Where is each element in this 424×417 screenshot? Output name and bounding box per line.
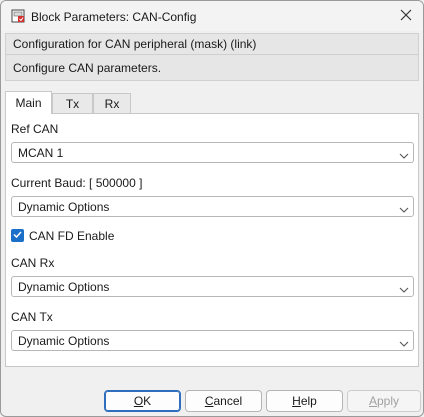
can-fd-enable-checkbox[interactable] [11,229,24,242]
ok-button-suffix: K [143,394,152,408]
chevron-down-icon [399,283,409,293]
ok-button-accel: O [133,394,144,408]
ref-can-dropdown[interactable]: MCAN 1 [11,142,414,163]
description-panel: Configuration for CAN peripheral (mask) … [5,33,419,81]
can-fd-enable-label: CAN FD Enable [29,229,115,243]
header-divider [6,54,418,55]
help-button-suffix: elp [300,394,317,408]
can-rx-value: Dynamic Options [18,280,110,294]
help-button-accel: H [292,394,301,408]
ref-can-label: Ref CAN [11,122,59,136]
cancel-button-suffix: ancel [213,394,243,408]
window-title: Block Parameters: CAN-Config [31,10,197,24]
can-tx-dropdown[interactable]: Dynamic Options [11,330,414,351]
mask-description: Configure CAN parameters. [13,61,162,75]
block-parameters-icon [11,9,25,23]
ref-can-value: MCAN 1 [18,146,64,160]
can-rx-dropdown[interactable]: Dynamic Options [11,276,414,297]
current-baud-label: Current Baud: [ 500000 ] [11,176,143,190]
help-button[interactable]: Help [266,390,343,412]
current-baud-dropdown[interactable]: Dynamic Options [11,196,414,217]
close-icon [400,9,412,24]
main-tab-panel: Ref CAN MCAN 1 Current Baud: [ 500000 ] … [5,113,419,367]
current-baud-value: Dynamic Options [18,200,110,214]
chevron-down-icon [399,203,409,213]
chevron-down-icon [399,337,409,347]
mask-title: Configuration for CAN peripheral (mask) … [13,37,257,51]
apply-button[interactable]: Apply [347,390,421,412]
chevron-down-icon [399,149,409,159]
cancel-button[interactable]: Cancel [185,390,262,412]
ok-button[interactable]: OK [104,390,181,412]
can-tx-label: CAN Tx [11,310,53,324]
tab-main[interactable]: Main [5,91,52,114]
checkmark-icon [12,229,23,243]
title-bar[interactable]: Block Parameters: CAN-Config [1,1,423,31]
tab-rx[interactable]: Rx [93,93,131,113]
dialog-window: Block Parameters: CAN-Config Configurati… [0,0,424,417]
can-rx-label: CAN Rx [11,256,55,270]
apply-button-accel: A [368,394,377,408]
can-tx-value: Dynamic Options [18,334,110,348]
apply-button-suffix: pply [377,394,400,408]
close-button[interactable] [389,1,423,31]
tab-tx[interactable]: Tx [52,93,93,113]
